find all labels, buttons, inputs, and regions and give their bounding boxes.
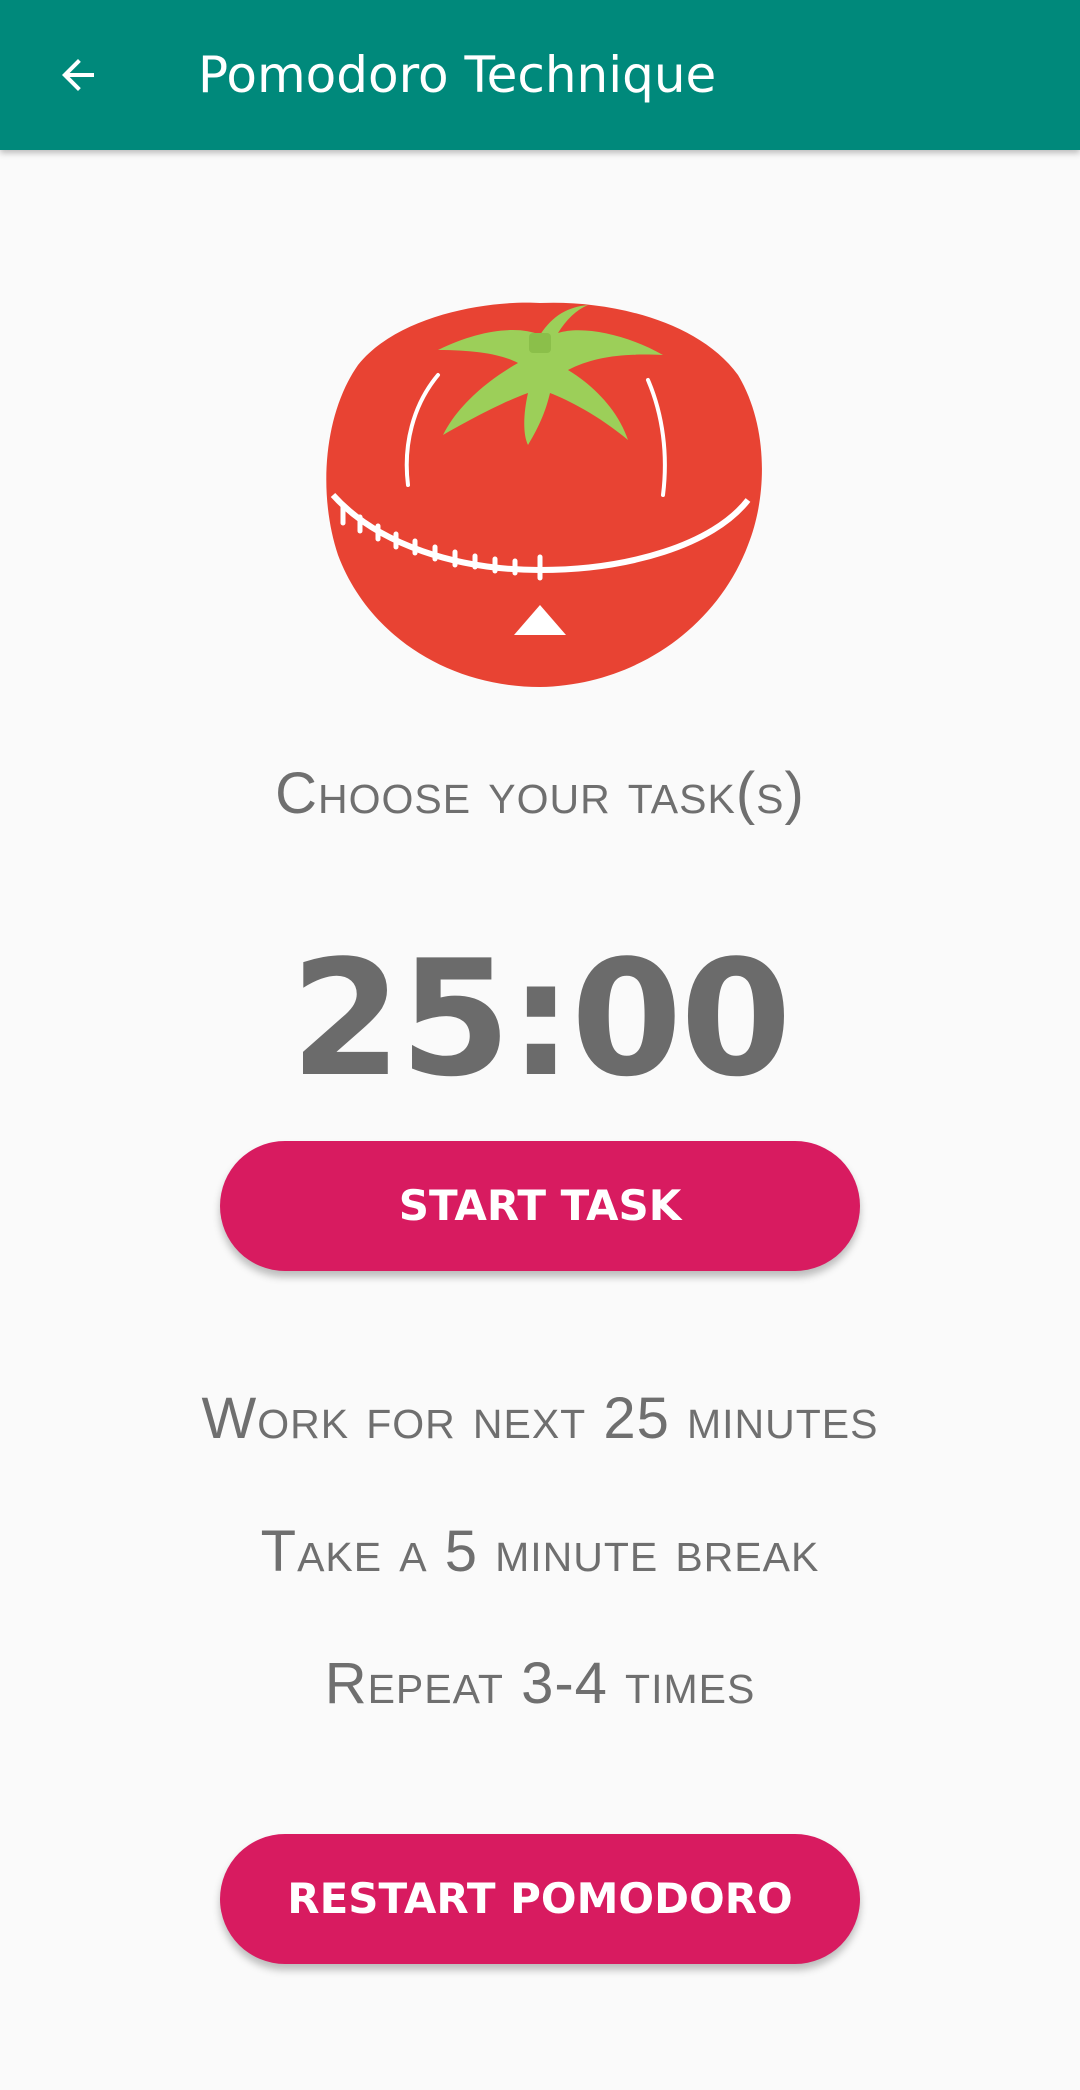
timer-display: 25:00: [290, 925, 791, 1112]
instruction-step-1: Work for next 25 minutes: [201, 1386, 879, 1451]
app-bar: Pomodoro Technique: [0, 0, 1080, 150]
instruction-step-3: Repeat 3-4 times: [324, 1651, 756, 1716]
instruction-step-2: Take a 5 minute break: [260, 1519, 820, 1584]
arrow-left-icon: [62, 59, 94, 91]
tomato-timer-icon: [326, 302, 762, 687]
choose-task-label: Choose your task(s): [275, 761, 805, 826]
restart-pomodoro-button[interactable]: RESTART POMODORO: [220, 1834, 860, 1964]
back-button[interactable]: [30, 30, 126, 120]
page-title: Pomodoro Technique: [198, 46, 717, 104]
start-task-button[interactable]: START TASK: [220, 1141, 860, 1271]
